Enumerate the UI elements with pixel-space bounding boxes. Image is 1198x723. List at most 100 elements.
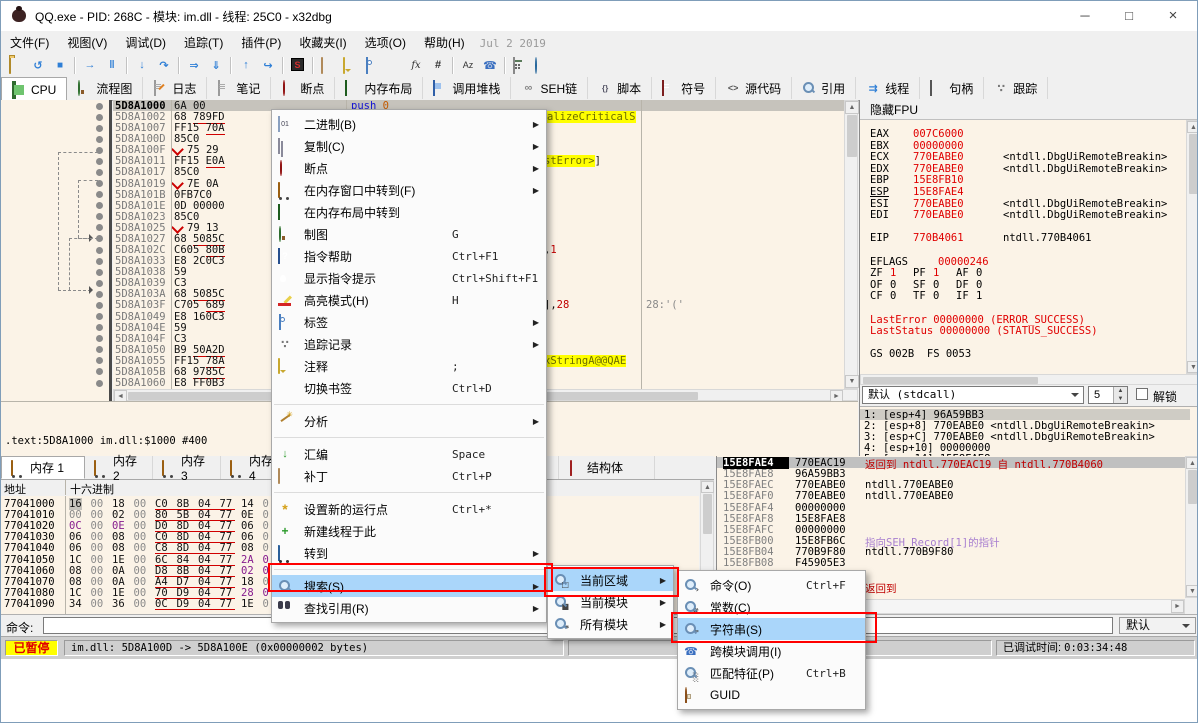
stop-icon[interactable]: ■: [49, 55, 71, 75]
tab-引用[interactable]: 引用: [792, 77, 856, 99]
stack-row[interactable]: 15E8FAF815E8FAE8: [717, 513, 1185, 524]
tab-线程[interactable]: ⇉线程: [856, 77, 920, 99]
scroll-thumb[interactable]: [863, 377, 1038, 384]
breakpoint-dot[interactable]: [96, 103, 103, 110]
globe-icon[interactable]: [531, 55, 553, 75]
menu-item-GUID[interactable]: GUID: [678, 684, 865, 706]
menu-item-当前模块[interactable]: ■当前模块▶: [548, 591, 673, 613]
breakpoint-dot[interactable]: [96, 280, 103, 287]
menu-插件(P)[interactable]: 插件(P): [232, 31, 290, 54]
registers-scrollbar[interactable]: ▲ ▼: [1186, 120, 1198, 374]
menu-item-断点[interactable]: 断点▶: [272, 157, 546, 179]
menu-调试(D)[interactable]: 调试(D): [116, 31, 175, 54]
tab-内存 2[interactable]: 内存 2: [85, 456, 153, 479]
calling-convention-select[interactable]: 默认 (stdcall): [862, 386, 1084, 404]
run-to-user-icon[interactable]: ↪: [257, 55, 279, 75]
tab-流程图[interactable]: 流程图: [67, 77, 143, 99]
menu-收藏夹(I)[interactable]: 收藏夹(I): [290, 31, 355, 54]
menu-item-字符串(S)[interactable]: "字符串(S): [678, 618, 865, 640]
stack-row[interactable]: 15E8FB08F45905E3: [717, 557, 1185, 568]
menu-item-高亮模式(H)[interactable]: 高亮模式(H)H: [272, 289, 546, 311]
scroll-up-icon[interactable]: ▲: [1187, 121, 1198, 133]
breakpoint-dot[interactable]: [96, 180, 103, 187]
tab-CPU[interactable]: CPU: [1, 77, 67, 102]
scroll-up-icon[interactable]: ▲: [1186, 457, 1198, 469]
menu-item-设置新的运行点[interactable]: *设置新的运行点Ctrl+*: [272, 498, 546, 520]
menu-item-切换书签[interactable]: 切换书签Ctrl+D: [272, 377, 546, 399]
record-icon[interactable]: S: [287, 55, 309, 75]
stack-row[interactable]: 15E8FAF400000000: [717, 502, 1185, 513]
spin-down-icon[interactable]: ▼: [1113, 395, 1127, 403]
breakpoint-dot[interactable]: [96, 147, 103, 154]
breakpoint-dot[interactable]: [96, 114, 103, 121]
argument-row[interactable]: 2: [esp+8] 770EABE0 <ntdll.DbgUiRemoteBr…: [860, 420, 1190, 431]
register-line[interactable]: EBP15E8FB10: [860, 174, 1186, 186]
patch-icon[interactable]: [317, 55, 339, 75]
register-line[interactable]: LastStatus 00000000 (STATUS_SUCCESS): [860, 325, 1186, 337]
register-line[interactable]: ECX770EABE0<ntdll.DbgUiRemoteBreakin>: [860, 151, 1186, 163]
breakpoint-dot[interactable]: [96, 380, 103, 387]
restart-icon[interactable]: ↺: [27, 55, 49, 75]
breakpoint-dot[interactable]: [96, 202, 103, 209]
tab-跟踪[interactable]: ∵跟踪: [984, 77, 1048, 99]
scroll-thumb[interactable]: [847, 115, 857, 157]
breakpoint-dot[interactable]: [96, 158, 103, 165]
minimize-button[interactable]: ─: [1063, 1, 1107, 30]
tab-日志[interactable]: 日志: [143, 77, 207, 99]
stack-row[interactable]: 15E8FAFC00000000: [717, 524, 1185, 535]
menu-帮助(H)[interactable]: 帮助(H): [415, 31, 474, 54]
tab-内存 1[interactable]: 内存 1: [1, 456, 85, 479]
menu-item-在内存布局中转到[interactable]: 在内存布局中转到: [272, 201, 546, 223]
menu-item-制图[interactable]: 制图G: [272, 223, 546, 245]
command-mode-select[interactable]: 默认: [1119, 617, 1196, 634]
menu-item-常数(C)[interactable]: #常数(C): [678, 596, 865, 618]
tab-结构体[interactable]: 结构体: [559, 456, 655, 479]
breakpoint-dot[interactable]: [96, 346, 103, 353]
comment-icon[interactable]: [339, 55, 361, 75]
menu-item-二进制(B)[interactable]: 01二进制(B)▶: [272, 113, 546, 135]
breakpoint-dot[interactable]: [96, 169, 103, 176]
hide-fpu-button[interactable]: 隐藏FPU: [860, 100, 1198, 120]
step-out-icon[interactable]: ↑: [235, 55, 257, 75]
breakpoint-dot[interactable]: [96, 368, 103, 375]
tab-内存 3[interactable]: 内存 3: [153, 456, 221, 479]
menu-item-当前区域[interactable]: □当前区域▶: [548, 569, 673, 591]
argument-row[interactable]: 4: [esp+10] 00000000: [860, 442, 1190, 453]
register-line[interactable]: EBX00000000: [860, 140, 1186, 152]
menu-item-指令帮助[interactable]: ?指令帮助Ctrl+F1: [272, 245, 546, 267]
tab-符号[interactable]: 符号: [652, 77, 716, 99]
menu-item-在内存窗口中转到(F)[interactable]: 在内存窗口中转到(F)▶: [272, 179, 546, 201]
scroll-down-icon[interactable]: ▼: [1187, 361, 1198, 373]
arg-count-stepper[interactable]: 5 ▲ ▼: [1088, 386, 1128, 404]
menu-选项(O)[interactable]: 选项(O): [356, 31, 415, 54]
spin-up-icon[interactable]: ▲: [1113, 387, 1127, 395]
menu-item-复制(C)[interactable]: 复制(C)▶: [272, 135, 546, 157]
calculator-icon[interactable]: [509, 55, 531, 75]
bookmark-icon[interactable]: [383, 55, 405, 75]
scroll-up-icon[interactable]: ▲: [845, 101, 859, 114]
breakpoint-dot[interactable]: [96, 313, 103, 320]
menu-item-补丁[interactable]: 补丁Ctrl+P: [272, 465, 546, 487]
animate-into-icon[interactable]: ⇒: [183, 55, 205, 75]
breakpoint-dot[interactable]: [96, 247, 103, 254]
tab-断点[interactable]: 断点: [271, 77, 335, 99]
disasm-scrollbar[interactable]: ▲ ▼: [844, 100, 858, 389]
menu-item-跨模块调用(I)[interactable]: ☎跨模块调用(I): [678, 640, 865, 662]
stack-scrollbar[interactable]: ▲ ▼: [1185, 456, 1198, 598]
register-line[interactable]: ESP15E8FAE4: [860, 186, 1186, 198]
arguments-view[interactable]: 1: [esp+4] 96A59BB32: [esp+8] 770EABE0 <…: [860, 406, 1198, 457]
menu-item-注释[interactable]: 注释;: [272, 355, 546, 377]
breakpoint-dot[interactable]: [96, 269, 103, 276]
breakpoint-dot[interactable]: [96, 191, 103, 198]
stack-row[interactable]: 15E8FB04770B9F80ntdll.770B9F80: [717, 546, 1185, 557]
registers-hscrollbar[interactable]: [860, 374, 1198, 385]
close-button[interactable]: ×: [1151, 1, 1195, 30]
menu-item-转到[interactable]: 转到▶: [272, 542, 546, 564]
breakpoint-dot[interactable]: [96, 224, 103, 231]
menu-item-新建线程于此[interactable]: +新建线程于此: [272, 520, 546, 542]
unlock-checkbox[interactable]: [1136, 388, 1148, 400]
register-line[interactable]: EFLAGS00000246: [860, 256, 1186, 268]
constant-icon[interactable]: #: [427, 55, 449, 75]
breakpoint-dot[interactable]: [96, 357, 103, 364]
register-line[interactable]: ESI770EABE0<ntdll.DbgUiRemoteBreakin>: [860, 198, 1186, 210]
